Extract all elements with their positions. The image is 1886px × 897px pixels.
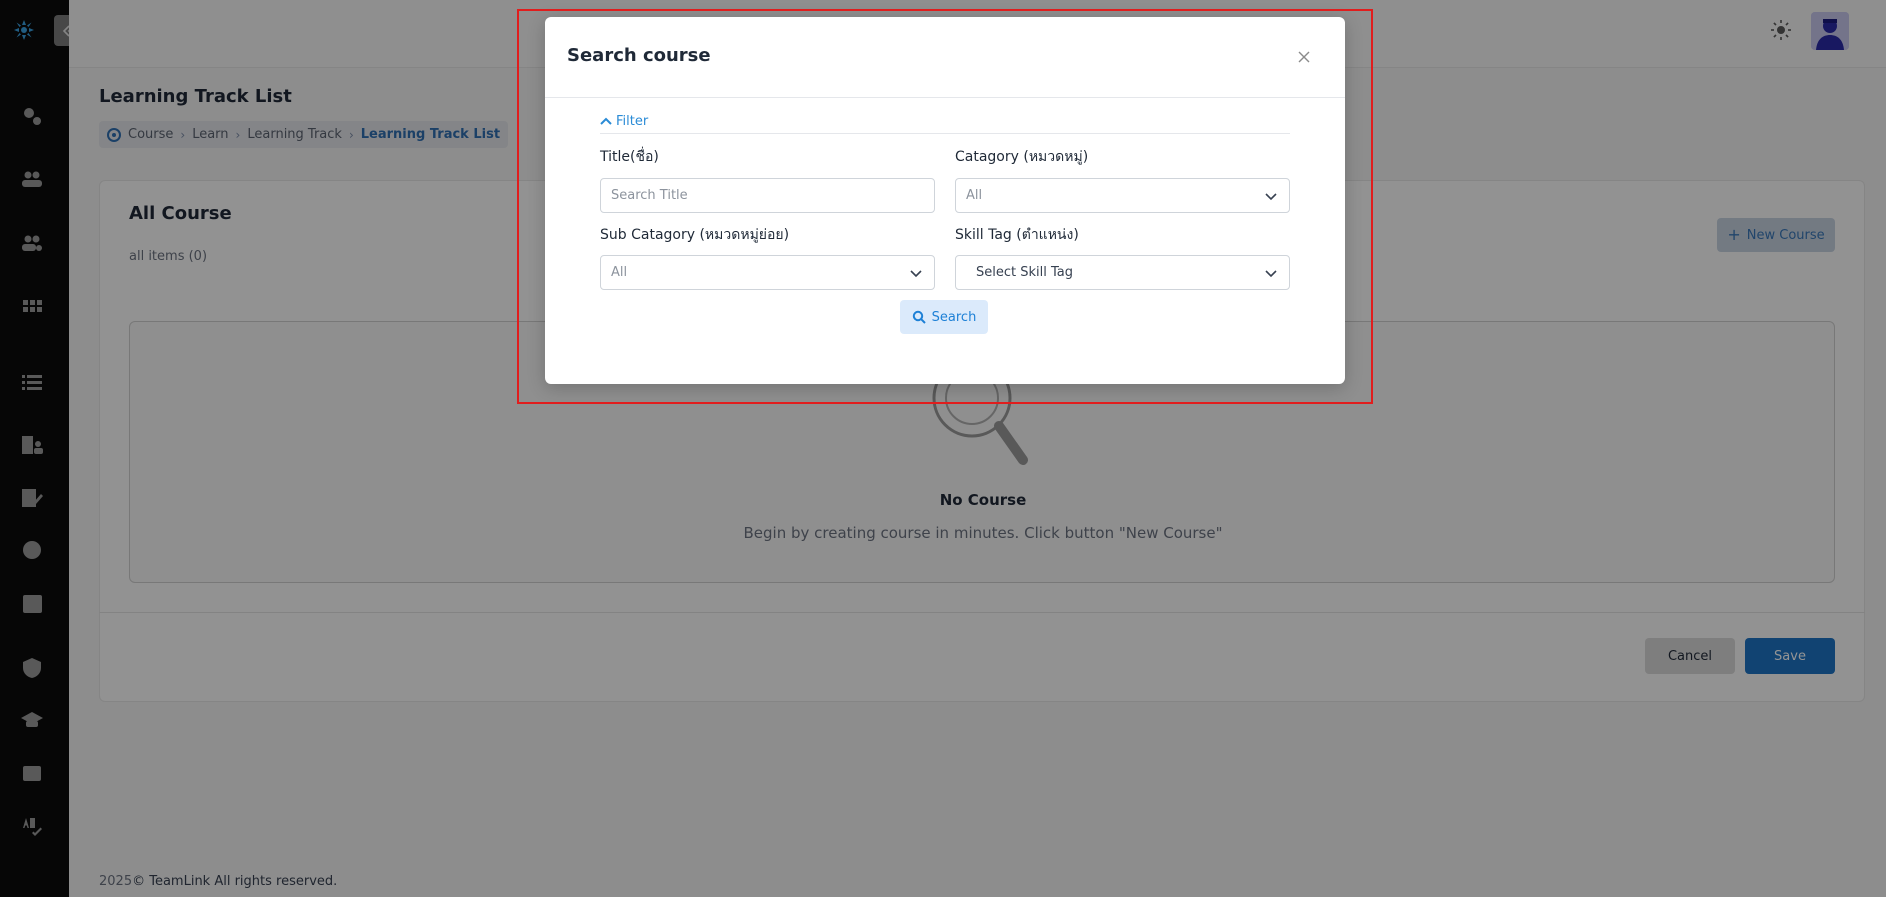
highlight-box	[517, 9, 1373, 404]
